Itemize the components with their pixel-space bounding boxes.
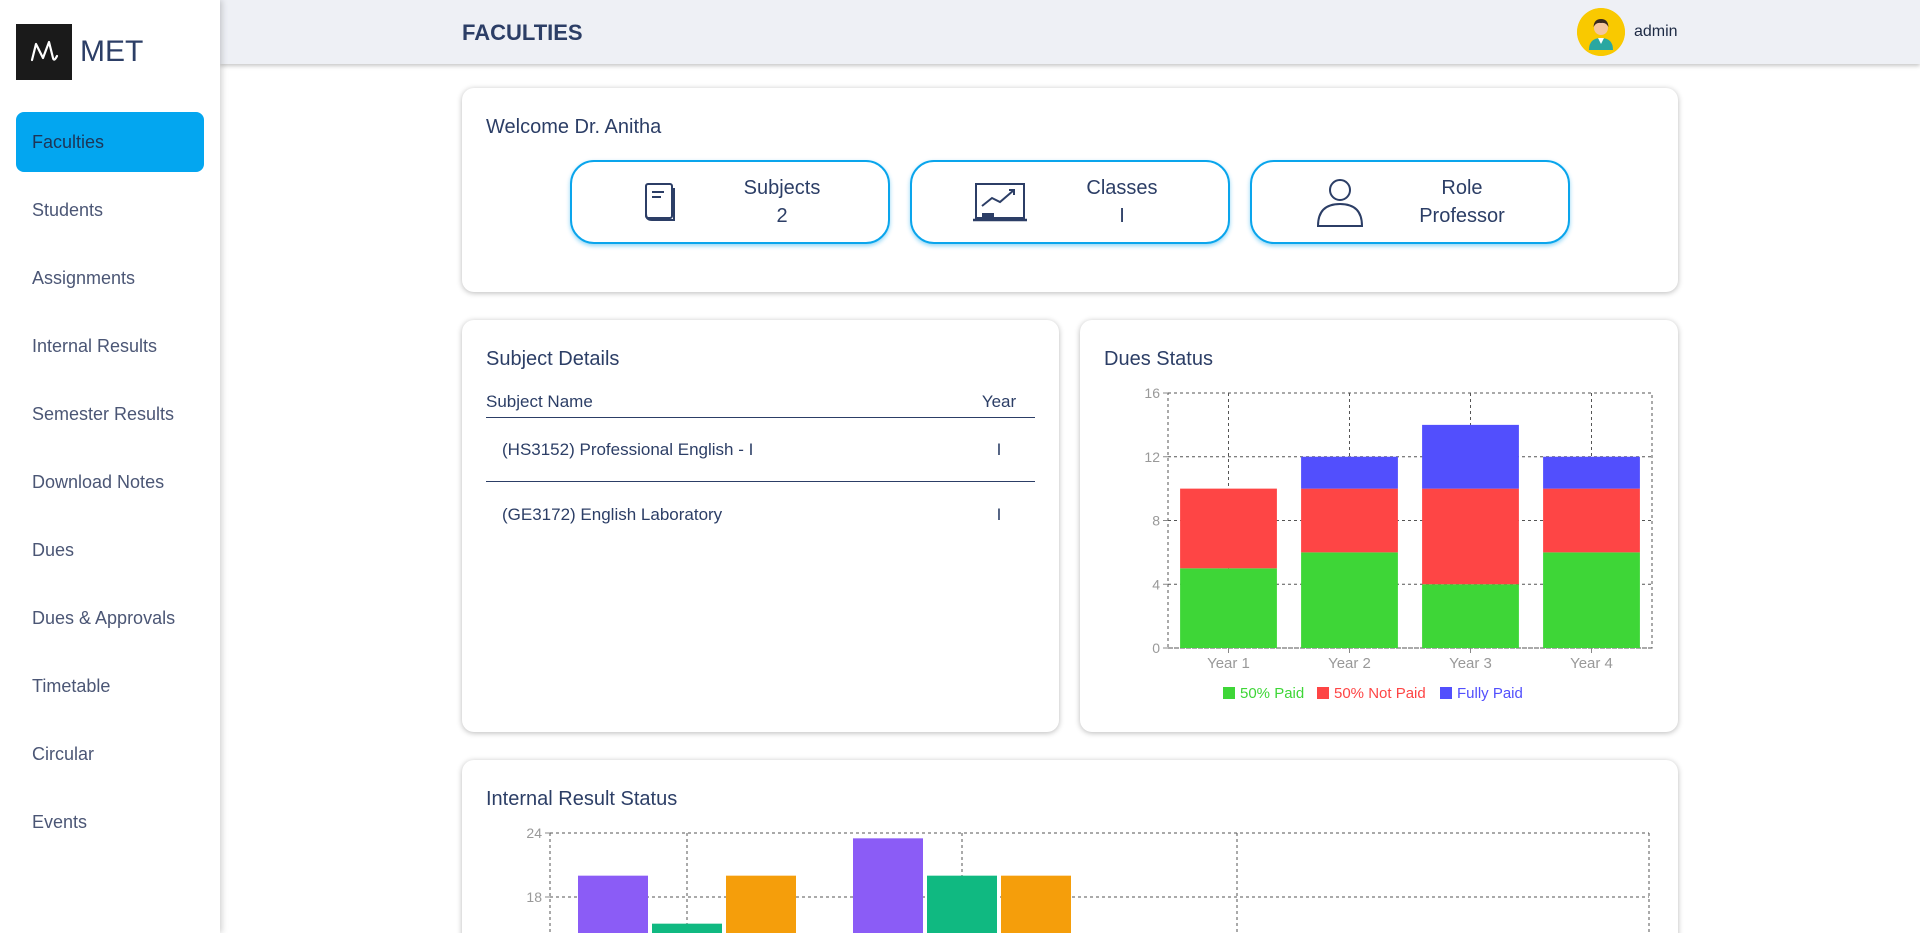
role-stat-label: Role — [1441, 177, 1483, 199]
y-tick-label: 16 — [1144, 385, 1160, 401]
classes-stat-label: Classes — [1086, 177, 1158, 199]
sidebar-item-circular[interactable]: Circular — [16, 724, 204, 784]
sidebar-item-events[interactable]: Events — [16, 792, 204, 852]
sidebar-item-semester-results[interactable]: Semester Results — [16, 384, 204, 444]
subjects-stat-label: Subjects — [743, 177, 821, 199]
y-tick-label: 4 — [1152, 576, 1160, 592]
subject-details-title: Subject Details — [486, 348, 620, 370]
y-tick-label: 12 — [1144, 449, 1160, 465]
bar — [927, 875, 997, 933]
legend-label: 50% Not Paid — [1334, 685, 1426, 702]
classes-stat-value: I — [1119, 205, 1125, 227]
bar — [652, 923, 722, 933]
subject-name-cell: (GE3172) English Laboratory — [502, 505, 723, 524]
sidebar-item-dues[interactable]: Dues — [16, 520, 204, 580]
legend-swatch — [1223, 687, 1235, 699]
user-menu[interactable]: admin — [1577, 8, 1678, 56]
chalkboard-chart-icon — [973, 183, 1027, 222]
y-tick-label: 18 — [526, 889, 542, 905]
bar-segment — [1422, 424, 1519, 489]
classes-stat-card[interactable]: Classes I — [910, 160, 1230, 244]
user-avatar-icon — [1577, 8, 1625, 56]
subject-table-header: Subject Name Year — [486, 392, 1035, 418]
column-header-year: Year — [981, 392, 1017, 411]
subject-name-cell: (HS3152) Professional English - I — [502, 439, 754, 459]
sidebar-item-faculties[interactable]: Faculties — [16, 112, 204, 172]
bar-segment — [1301, 488, 1398, 553]
user-icon — [1316, 179, 1364, 227]
sidebar-item-assignments[interactable]: Assignments — [16, 248, 204, 308]
legend-label: 50% Paid — [1240, 685, 1304, 702]
classes-stat-text: Classes I — [1062, 174, 1182, 230]
page-title: FACULTIES — [462, 20, 583, 45]
legend-label: Fully Paid — [1457, 685, 1523, 702]
bar-segment — [1301, 552, 1398, 648]
bar-segment — [1422, 488, 1519, 585]
user-name: admin — [1634, 23, 1678, 40]
sidebar-item-internal-results[interactable]: Internal Results — [16, 316, 204, 376]
subjects-stat-card[interactable]: Subjects 2 — [570, 160, 890, 244]
internal-result-chart: 1824 — [526, 825, 1650, 933]
bar-segment — [1422, 584, 1519, 648]
y-tick-label: 8 — [1152, 513, 1160, 529]
dues-status-chart: 0 4 8 12 16 Year 1 Year 2 Year 3 Year 4 50% Paid 5… — [1144, 385, 1653, 702]
bar — [726, 875, 796, 933]
x-tick-label: Year 2 — [1328, 655, 1371, 672]
legend-swatch — [1317, 687, 1329, 699]
m-logo-icon — [30, 40, 59, 62]
column-header-subject-name: Subject Name — [486, 392, 593, 411]
bar — [578, 875, 648, 933]
sidebar: MET Faculties Students Assignments Inter… — [0, 0, 220, 933]
role-stat-value: Professor — [1419, 205, 1505, 227]
avatar[interactable] — [1577, 8, 1625, 56]
brand-logo — [16, 24, 72, 80]
internal-result-card: Internal Result Status 18 24 — [462, 760, 1678, 933]
top-header: FACULTIES admin — [220, 0, 1920, 64]
subject-year-cell: I — [996, 505, 1002, 524]
subject-details-card: Subject Details Subject Name Year (HS315… — [462, 320, 1059, 732]
welcome-title: Welcome Dr. Anitha — [486, 116, 662, 138]
legend-swatch — [1440, 687, 1452, 699]
bar — [853, 838, 923, 933]
table-row: (GE3172) English Laboratory I — [486, 483, 1035, 547]
x-tick-label: Year 4 — [1570, 655, 1613, 672]
bar — [1001, 875, 1071, 933]
sidebar-nav: Faculties Students Assignments Internal … — [16, 112, 204, 860]
role-stat-text: Role Professor — [1402, 174, 1522, 230]
brand[interactable]: MET — [16, 24, 143, 80]
x-tick-label: Year 1 — [1207, 655, 1250, 672]
subjects-stat-text: Subjects 2 — [722, 174, 842, 230]
bar-segment — [1180, 568, 1277, 648]
book-icon — [645, 183, 675, 221]
dues-status-card: Dues Status 0 4 8 12 16 Year 1 Year 2 Year 3 Yea… — [1080, 320, 1678, 732]
table-row: (HS3152) Professional English - I I — [486, 418, 1035, 482]
sidebar-item-timetable[interactable]: Timetable — [16, 656, 204, 716]
bar-segment — [1543, 456, 1640, 489]
bar-segment — [1180, 488, 1277, 569]
bar-segment — [1543, 552, 1640, 648]
brand-name: MET — [80, 35, 144, 68]
sidebar-item-students[interactable]: Students — [16, 180, 204, 240]
subject-year-cell: I — [996, 439, 1002, 459]
role-stat-card[interactable]: Role Professor — [1250, 160, 1570, 244]
bar-segment — [1543, 488, 1640, 553]
bar-segment — [1301, 456, 1398, 489]
sidebar-item-download-notes[interactable]: Download Notes — [16, 452, 204, 512]
y-tick-label: 24 — [526, 825, 542, 841]
welcome-card: Welcome Dr. Anitha Subjects 2 Classes I — [462, 88, 1678, 292]
x-tick-label: Year 3 — [1449, 655, 1492, 672]
sidebar-item-dues-approvals[interactable]: Dues & Approvals — [16, 588, 204, 648]
y-tick-label: 0 — [1152, 640, 1160, 656]
subjects-stat-value: 2 — [776, 205, 788, 227]
